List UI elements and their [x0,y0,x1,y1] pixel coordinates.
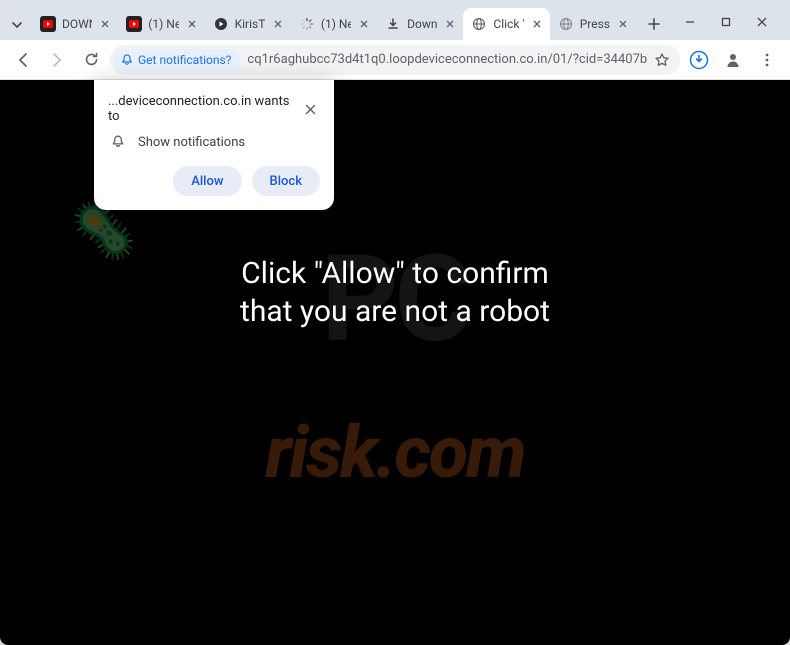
tab-strip: DOWNL (1) New KirisTV (1) New [0,0,790,40]
tab-3[interactable]: (1) New [291,8,377,40]
forward-button[interactable] [42,45,72,75]
url-text: cq1r6aghubcc73d4t1q0.loopdeviceconnectio… [247,52,648,67]
bell-icon [110,134,126,150]
overflow-menu-button[interactable] [752,45,782,75]
profile-button[interactable] [718,45,748,75]
back-button[interactable] [8,45,38,75]
loading-spinner-icon [299,16,315,32]
watermark-top: PC [321,230,469,370]
tab-6[interactable]: Press "A [550,8,636,40]
allow-button[interactable]: Allow [173,166,241,196]
tab-2[interactable]: KirisTV [205,8,291,40]
notification-chip-label: Get notifications? [138,53,231,67]
youtube-icon [40,16,56,32]
tab-close-icon[interactable] [271,17,285,31]
tab-title: DOWNL [62,17,92,31]
bell-icon [120,53,134,67]
tab-close-icon[interactable] [185,17,199,31]
browser-window: DOWNL (1) New KirisTV (1) New [0,0,790,645]
block-button[interactable]: Block [252,166,320,196]
tab-title: Click "A [493,17,523,31]
downloads-button[interactable] [684,45,714,75]
main-message: Click "Allow" to confirm that you are no… [0,255,790,332]
play-icon [213,16,229,32]
main-message-line1: Click "Allow" to confirm [0,255,790,293]
tab-4[interactable]: Downlo [377,8,463,40]
tab-close-icon[interactable] [443,17,457,31]
tab-title: Downlo [407,17,437,31]
permission-close-button[interactable] [300,99,320,119]
notification-chip[interactable]: Get notifications? [114,49,241,71]
tab-close-icon[interactable] [98,17,112,31]
minimize-button[interactable] [678,10,702,34]
permission-body-text: Show notifications [138,135,245,150]
tab-close-icon[interactable] [530,17,544,31]
tab-1[interactable]: (1) New [118,8,204,40]
tab-close-icon[interactable] [357,17,371,31]
tab-5-active[interactable]: Click "A [463,8,549,40]
new-tab-button[interactable] [640,10,668,38]
reload-button[interactable] [76,45,106,75]
maximize-button[interactable] [714,10,738,34]
toolbar: Get notifications? cq1r6aghubcc73d4t1q0.… [0,40,790,80]
window-controls [668,10,784,40]
tab-title: KirisTV [235,17,265,31]
tab-close-icon[interactable] [616,17,630,31]
tab-0[interactable]: DOWNL [32,8,118,40]
globe-icon [558,16,574,32]
download-icon [385,16,401,32]
tab-title: (1) New [148,17,178,31]
notification-permission-popup: ...deviceconnection.co.in wants to Show … [94,80,334,210]
tabstrip-dropdown[interactable] [8,16,26,34]
page-content: PC risk.com 🦠 Click "Allow" to confirm t… [0,80,790,645]
tab-title: (1) New [321,17,351,31]
bookmark-star-icon[interactable] [654,52,670,68]
address-bar[interactable]: Get notifications? cq1r6aghubcc73d4t1q0.… [110,45,680,75]
permission-site-label: ...deviceconnection.co.in wants to [108,94,300,124]
tab-title: Press "A [580,17,610,31]
globe-icon [471,16,487,32]
watermark-bottom: risk.com [265,410,524,495]
main-message-line2: that you are not a robot [0,293,790,331]
youtube-icon [126,16,142,32]
close-window-button[interactable] [750,10,774,34]
